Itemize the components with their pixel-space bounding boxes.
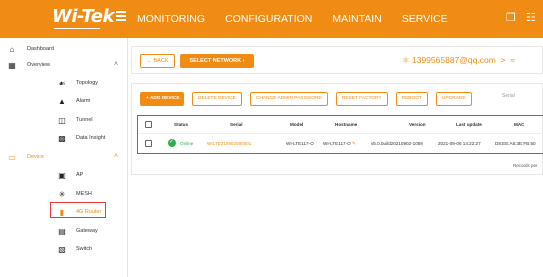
sidebar-item-label: Gateway	[76, 228, 98, 234]
chevron-up-icon: ˄	[113, 61, 118, 68]
last-update-value: 2021-09-06 14:22:27	[438, 141, 481, 146]
reboot-button[interactable]: REBOOT	[395, 92, 428, 106]
table-header: Status Serial Model Hostname Version Las…	[138, 116, 543, 134]
sidebar-item-label: Overview	[27, 62, 50, 68]
user-icon: ⚛	[402, 55, 410, 65]
sidebar-item-label: Tunnel	[76, 117, 93, 123]
toolbar: + ADD DEVICE DELETE DEVICE CHANGE ADMIN …	[140, 92, 480, 106]
nav-configuration[interactable]: CONFIGURATION	[225, 13, 312, 25]
sidebar-item-tunnel[interactable]: ◫ Tunnel	[0, 113, 128, 129]
records-per-page[interactable]: Records per	[513, 163, 538, 168]
device-icon: ▭	[8, 153, 16, 162]
user-email: 1399565887@qq.com	[412, 55, 496, 65]
menu-toggle-icon[interactable]	[116, 11, 128, 23]
table-row[interactable]: Online WILTE210902000001 WI-LTE117-O WI-…	[138, 135, 543, 153]
active-item-highlight	[50, 202, 106, 218]
mac-value: D8:EE:A6:3E:FB:50	[495, 141, 536, 146]
serial-search-input[interactable]: Serial	[502, 93, 515, 99]
nav-service[interactable]: SERVICE	[402, 13, 448, 25]
serial-link[interactable]: WILTE210902000001	[207, 141, 251, 146]
sidebar-item-label: Data Insight	[76, 135, 106, 141]
sidebar-item-device[interactable]: ▭ Device ˄	[0, 150, 128, 166]
col-mac[interactable]: MAC	[514, 122, 524, 127]
model-value: WI-LTE117-O	[286, 141, 314, 146]
building-icon: ▦	[8, 61, 16, 70]
delete-device-button[interactable]: DELETE DEVICE	[192, 92, 242, 106]
back-button[interactable]: ← BACK	[140, 54, 175, 68]
mesh-icon: ✳	[58, 190, 66, 199]
top-bar: Wi-Tek MONITORING CONFIGURATION MAINTAIN…	[0, 0, 543, 38]
switch-icon: ▧	[58, 245, 66, 254]
sidebar-item-topology[interactable]: ☙ Topology	[0, 76, 128, 92]
row-checkbox[interactable]	[145, 140, 152, 147]
nav-monitoring[interactable]: MONITORING	[137, 13, 205, 25]
select-all-checkbox[interactable]	[145, 121, 152, 128]
online-status-icon	[168, 138, 176, 147]
wifi-icon: ≈	[510, 55, 515, 65]
bell-icon: ▲	[58, 97, 66, 106]
sidebar: ⌂ Dashboard ▦ Overview ˄ ☙ Topology ▲ Al…	[0, 38, 128, 277]
sidebar-item-gateway[interactable]: ▤ Gateway	[0, 224, 128, 240]
sidebar-item-ap[interactable]: ▣ AP	[0, 168, 128, 184]
add-device-label: ADD DEVICE	[149, 96, 180, 101]
sidebar-item-data-insight[interactable]: ▩ Data Insight	[0, 131, 128, 147]
home-icon: ⌂	[9, 45, 15, 54]
logo-underline	[54, 28, 100, 29]
sidebar-item-label: AP	[76, 172, 84, 178]
sidebar-item-label: MESH	[76, 191, 92, 197]
breadcrumb: ← BACK SELECT NETWORK › ⚛ 1399565887@qq.…	[131, 46, 543, 74]
user-account[interactable]: ⚛ 1399565887@qq.com > ≈	[402, 55, 515, 66]
logo-text: Wi-Tek	[52, 6, 115, 27]
back-button-label: BACK	[153, 58, 169, 64]
gateway-icon: ▤	[58, 227, 66, 236]
select-network-button[interactable]: SELECT NETWORK ›	[180, 54, 254, 68]
sidebar-item-overview[interactable]: ▦ Overview ˄	[0, 58, 128, 74]
copy-icon[interactable]: ❐	[506, 11, 516, 24]
sidebar-item-label: Dashboard	[27, 46, 54, 52]
top-nav: MONITORING CONFIGURATION MAINTAIN SERVIC…	[137, 13, 468, 25]
chart-icon: ▩	[58, 134, 66, 143]
nav-maintain[interactable]: MAINTAIN	[332, 13, 381, 25]
add-device-button[interactable]: + ADD DEVICE	[140, 92, 184, 106]
col-serial[interactable]: Serial	[230, 122, 243, 127]
sidebar-item-label: Alarm	[76, 98, 91, 104]
upgrade-button[interactable]: UPGRADE	[435, 92, 472, 106]
reset-factory-button[interactable]: RESET FACTORY	[335, 92, 388, 106]
grid-icon[interactable]: ☷	[526, 11, 536, 24]
device-table: Status Serial Model Hostname Version Las…	[137, 115, 543, 154]
col-status[interactable]: Status	[174, 122, 188, 127]
chevron-right-icon: >	[498, 55, 508, 65]
top-icons: ❐ ☷	[506, 11, 536, 24]
col-hostname[interactable]: Hostname	[335, 122, 357, 127]
sidebar-item-mesh[interactable]: ✳ MESH	[0, 187, 128, 203]
hostname-text: WI-LTE117-O	[323, 141, 351, 146]
col-model[interactable]: Model	[290, 122, 303, 127]
sidebar-item-switch[interactable]: ▧ Switch	[0, 242, 128, 258]
sidebar-item-label: Switch	[76, 246, 93, 252]
sidebar-item-dashboard[interactable]: ⌂ Dashboard	[0, 42, 128, 58]
chevron-up-icon: ˄	[113, 153, 118, 160]
status-value: Online	[180, 141, 194, 146]
topology-icon: ☙	[58, 79, 66, 88]
col-version[interactable]: Version	[409, 122, 426, 127]
tunnel-icon: ◫	[58, 116, 66, 125]
select-network-label: SELECT NETWORK	[189, 58, 242, 64]
sidebar-item-label: Device	[27, 154, 44, 160]
device-table-card: + ADD DEVICE DELETE DEVICE CHANGE ADMIN …	[131, 83, 543, 175]
version-value: v5.0.build20210902-1059	[371, 141, 423, 146]
col-last-update[interactable]: Last update	[456, 122, 482, 127]
edit-icon[interactable]: ✎	[352, 141, 356, 146]
sidebar-item-alarm[interactable]: ▲ Alarm	[0, 94, 128, 110]
change-admin-password-button[interactable]: CHANGE ADMIN PASSWORD	[249, 92, 328, 106]
ap-icon: ▣	[58, 171, 66, 180]
sidebar-item-label: Topology	[76, 80, 99, 86]
hostname-value: WI-LTE117-O ✎	[323, 141, 356, 147]
